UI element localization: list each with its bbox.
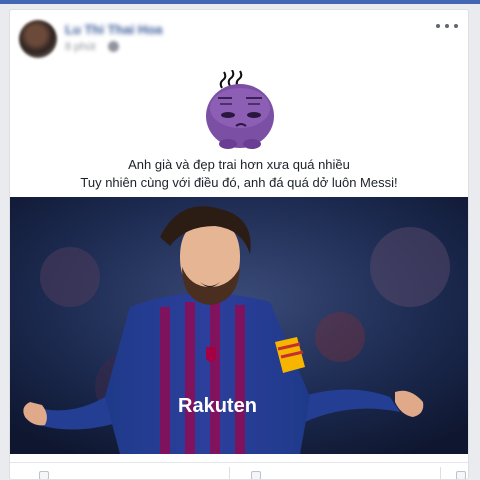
more-options-dot xyxy=(454,24,458,28)
share-icon[interactable] xyxy=(456,471,466,479)
avatar[interactable] xyxy=(19,20,57,58)
more-options-icon[interactable] xyxy=(436,18,458,34)
action-divider xyxy=(440,467,441,479)
post-caption: Anh già và đẹp trai hơn xưa quá nhiều Tu… xyxy=(10,156,468,192)
caption-line: Tuy nhiên cùng với điều đó, anh đá quá d… xyxy=(80,175,398,190)
caption-line: Anh già và đẹp trai hơn xưa quá nhiều xyxy=(128,157,350,172)
feed-gutter-left xyxy=(0,4,9,480)
action-divider xyxy=(229,467,230,479)
jersey-sponsor: Rakuten xyxy=(178,395,257,417)
top-accent-bar xyxy=(0,0,480,4)
author-name[interactable]: Lu Thi Thai Hoa xyxy=(65,22,163,37)
purple-blob-sticker xyxy=(200,69,280,150)
more-options-dot xyxy=(445,24,449,28)
more-options-dot xyxy=(436,24,440,28)
post-timestamp[interactable]: 8 phút xyxy=(65,41,96,53)
messi-photo[interactable]: Rakuten xyxy=(10,197,468,454)
like-icon[interactable] xyxy=(39,471,49,479)
globe-icon xyxy=(108,41,119,52)
comment-icon[interactable] xyxy=(251,471,261,479)
post-card: Lu Thi Thai Hoa 8 phút Anh già và đẹp tr… xyxy=(9,9,469,480)
post-header: Lu Thi Thai Hoa 8 phút xyxy=(10,10,468,66)
feed-gutter-right xyxy=(469,4,480,480)
post-actions-bar xyxy=(10,462,468,479)
